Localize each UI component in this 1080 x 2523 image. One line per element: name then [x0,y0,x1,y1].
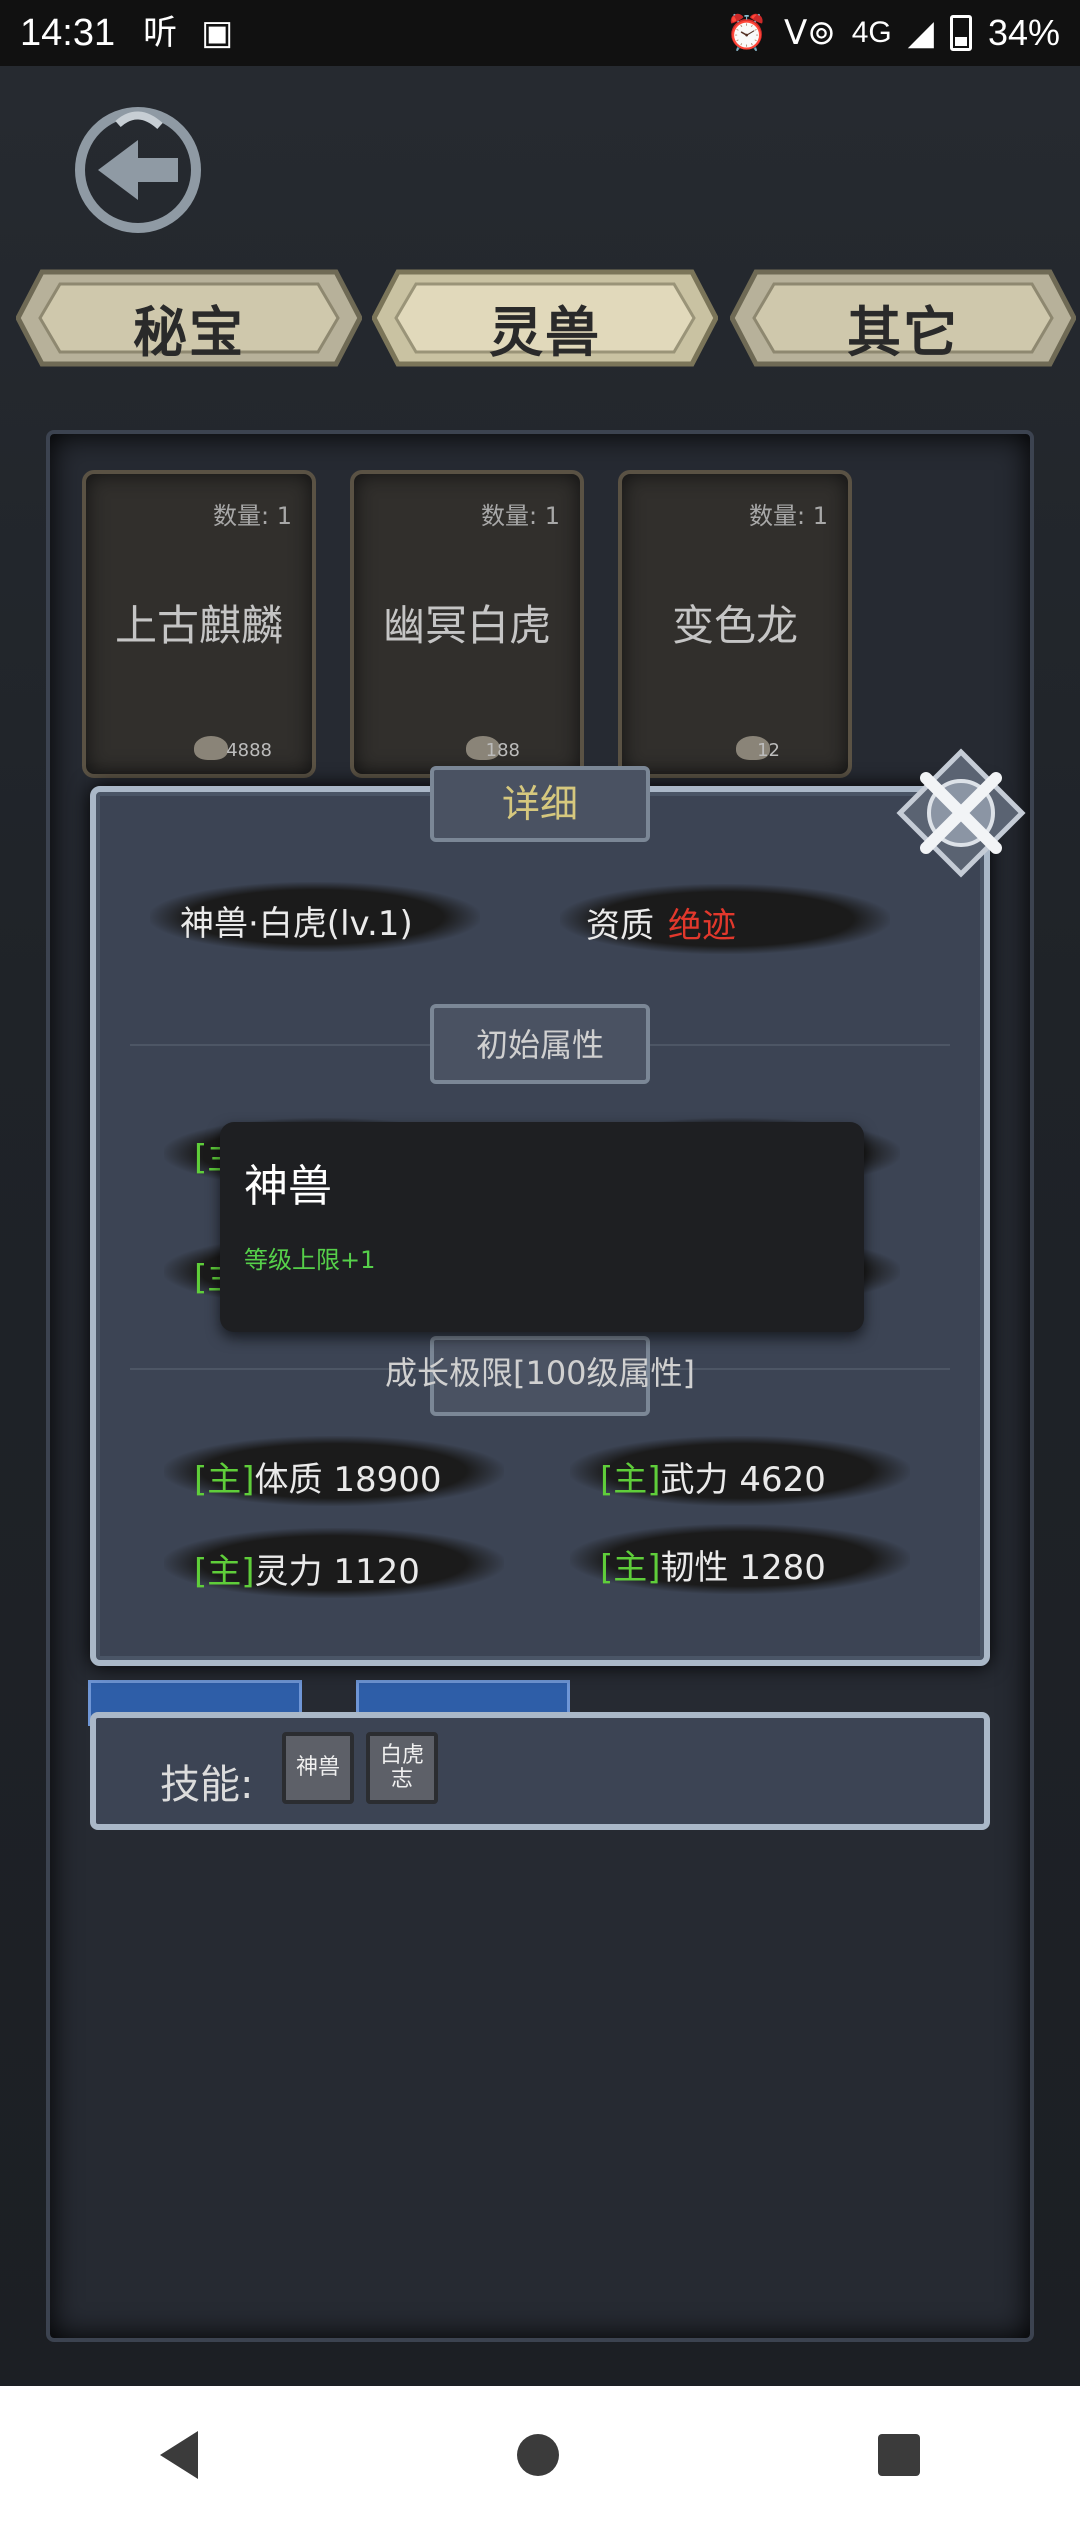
stat-name: 灵力 [254,1552,323,1592]
stat-tag: [主] [194,1460,255,1500]
system-nav-bar [0,2386,1080,2523]
skill-shenshou-icon[interactable]: 神兽 [282,1732,354,1804]
dragon-logo-icon [75,107,201,233]
stat-tag: [主] [194,1552,255,1592]
volte-wifi-icon: V⊚ [784,13,836,53]
home-icon[interactable] [516,2433,559,2476]
stat-constitution: [主]体质 18900 [194,1452,442,1501]
notification-icon: ▣ [201,13,234,53]
bowl-icon [194,736,228,760]
stat-spirit: [主]灵力 1120 [194,1544,420,1593]
stat-tag: [主] [600,1460,661,1500]
card-name: 上古麒麟 [114,601,283,650]
status-time: 14:31 [20,11,116,54]
quality-label: 资质 [586,906,654,946]
signal-icon: ◢ [907,13,934,53]
status-bar: 14:31 听 ▣ ⏰ V⊚ 4G ◢ 34% [0,0,1080,66]
music-app-icon: 听 [143,13,178,53]
card-qty: 数量: 1 [213,502,292,530]
card-name: 幽冥白虎 [382,601,551,650]
tooltip-desc: 等级上限+1 [244,1246,376,1274]
card-qty: 数量: 1 [749,502,828,530]
tab-label: 秘宝 [133,300,245,364]
tab-other[interactable]: 其它 [730,262,1076,374]
stat-value: 18900 [333,1460,442,1500]
network-type: 4G [851,16,892,49]
tab-treasure[interactable]: 秘宝 [16,262,362,374]
skill-label: 技能: [160,1762,254,1808]
stat-value: 1120 [333,1552,420,1592]
quality-value: 绝迹 [668,906,736,946]
tab-label: 其它 [847,300,959,364]
stat-value: 4620 [739,1460,826,1500]
close-icon[interactable] [896,748,1026,878]
initial-attr-label: 初始属性 [475,1026,604,1064]
stat-name: 韧性 [660,1548,729,1588]
growth-label: 成长极限[100级属性] [384,1354,696,1392]
dialog-title: 详细 [430,766,650,842]
stat-toughness: [主]韧性 1280 [600,1540,826,1589]
skill-text: 白虎志 [379,1743,424,1792]
stat-force: [主]武力 4620 [600,1452,826,1501]
card-name: 变色龙 [671,601,798,650]
alarm-icon: ⏰ [725,13,768,53]
tab-spirit-beast[interactable]: 灵兽 [372,262,718,374]
beast-card[interactable]: 数量: 1 幽冥白虎 188 [350,470,584,778]
back-icon[interactable] [159,2430,198,2479]
stat-tag: [主] [600,1548,661,1588]
skill-baihuzhi-icon[interactable]: 白虎志 [366,1732,438,1804]
stat-name: 体质 [254,1460,323,1500]
stat-name: 武力 [660,1460,729,1500]
tab-label: 灵兽 [489,300,601,364]
card-qty: 数量: 1 [481,502,560,530]
card-count: 12 [757,740,780,761]
stat-value: 1280 [739,1548,826,1588]
beast-card[interactable]: 数量: 1 上古麒麟 4888 [82,470,316,778]
battery-percent: 34% [987,12,1060,53]
recent-apps-icon[interactable] [878,2433,921,2476]
beast-name: 神兽·白虎(lv.1) [180,904,413,944]
beast-card[interactable]: 数量: 1 变色龙 12 [618,470,852,778]
tooltip-title: 神兽 [244,1161,332,1212]
skill-tooltip: 神兽 等级上限+1 [220,1122,864,1332]
skill-text: 神兽 [295,1755,340,1780]
card-count: 4888 [226,740,272,761]
card-count: 188 [485,740,520,761]
battery-icon [949,15,972,51]
dialog-title-text: 详细 [501,782,578,826]
